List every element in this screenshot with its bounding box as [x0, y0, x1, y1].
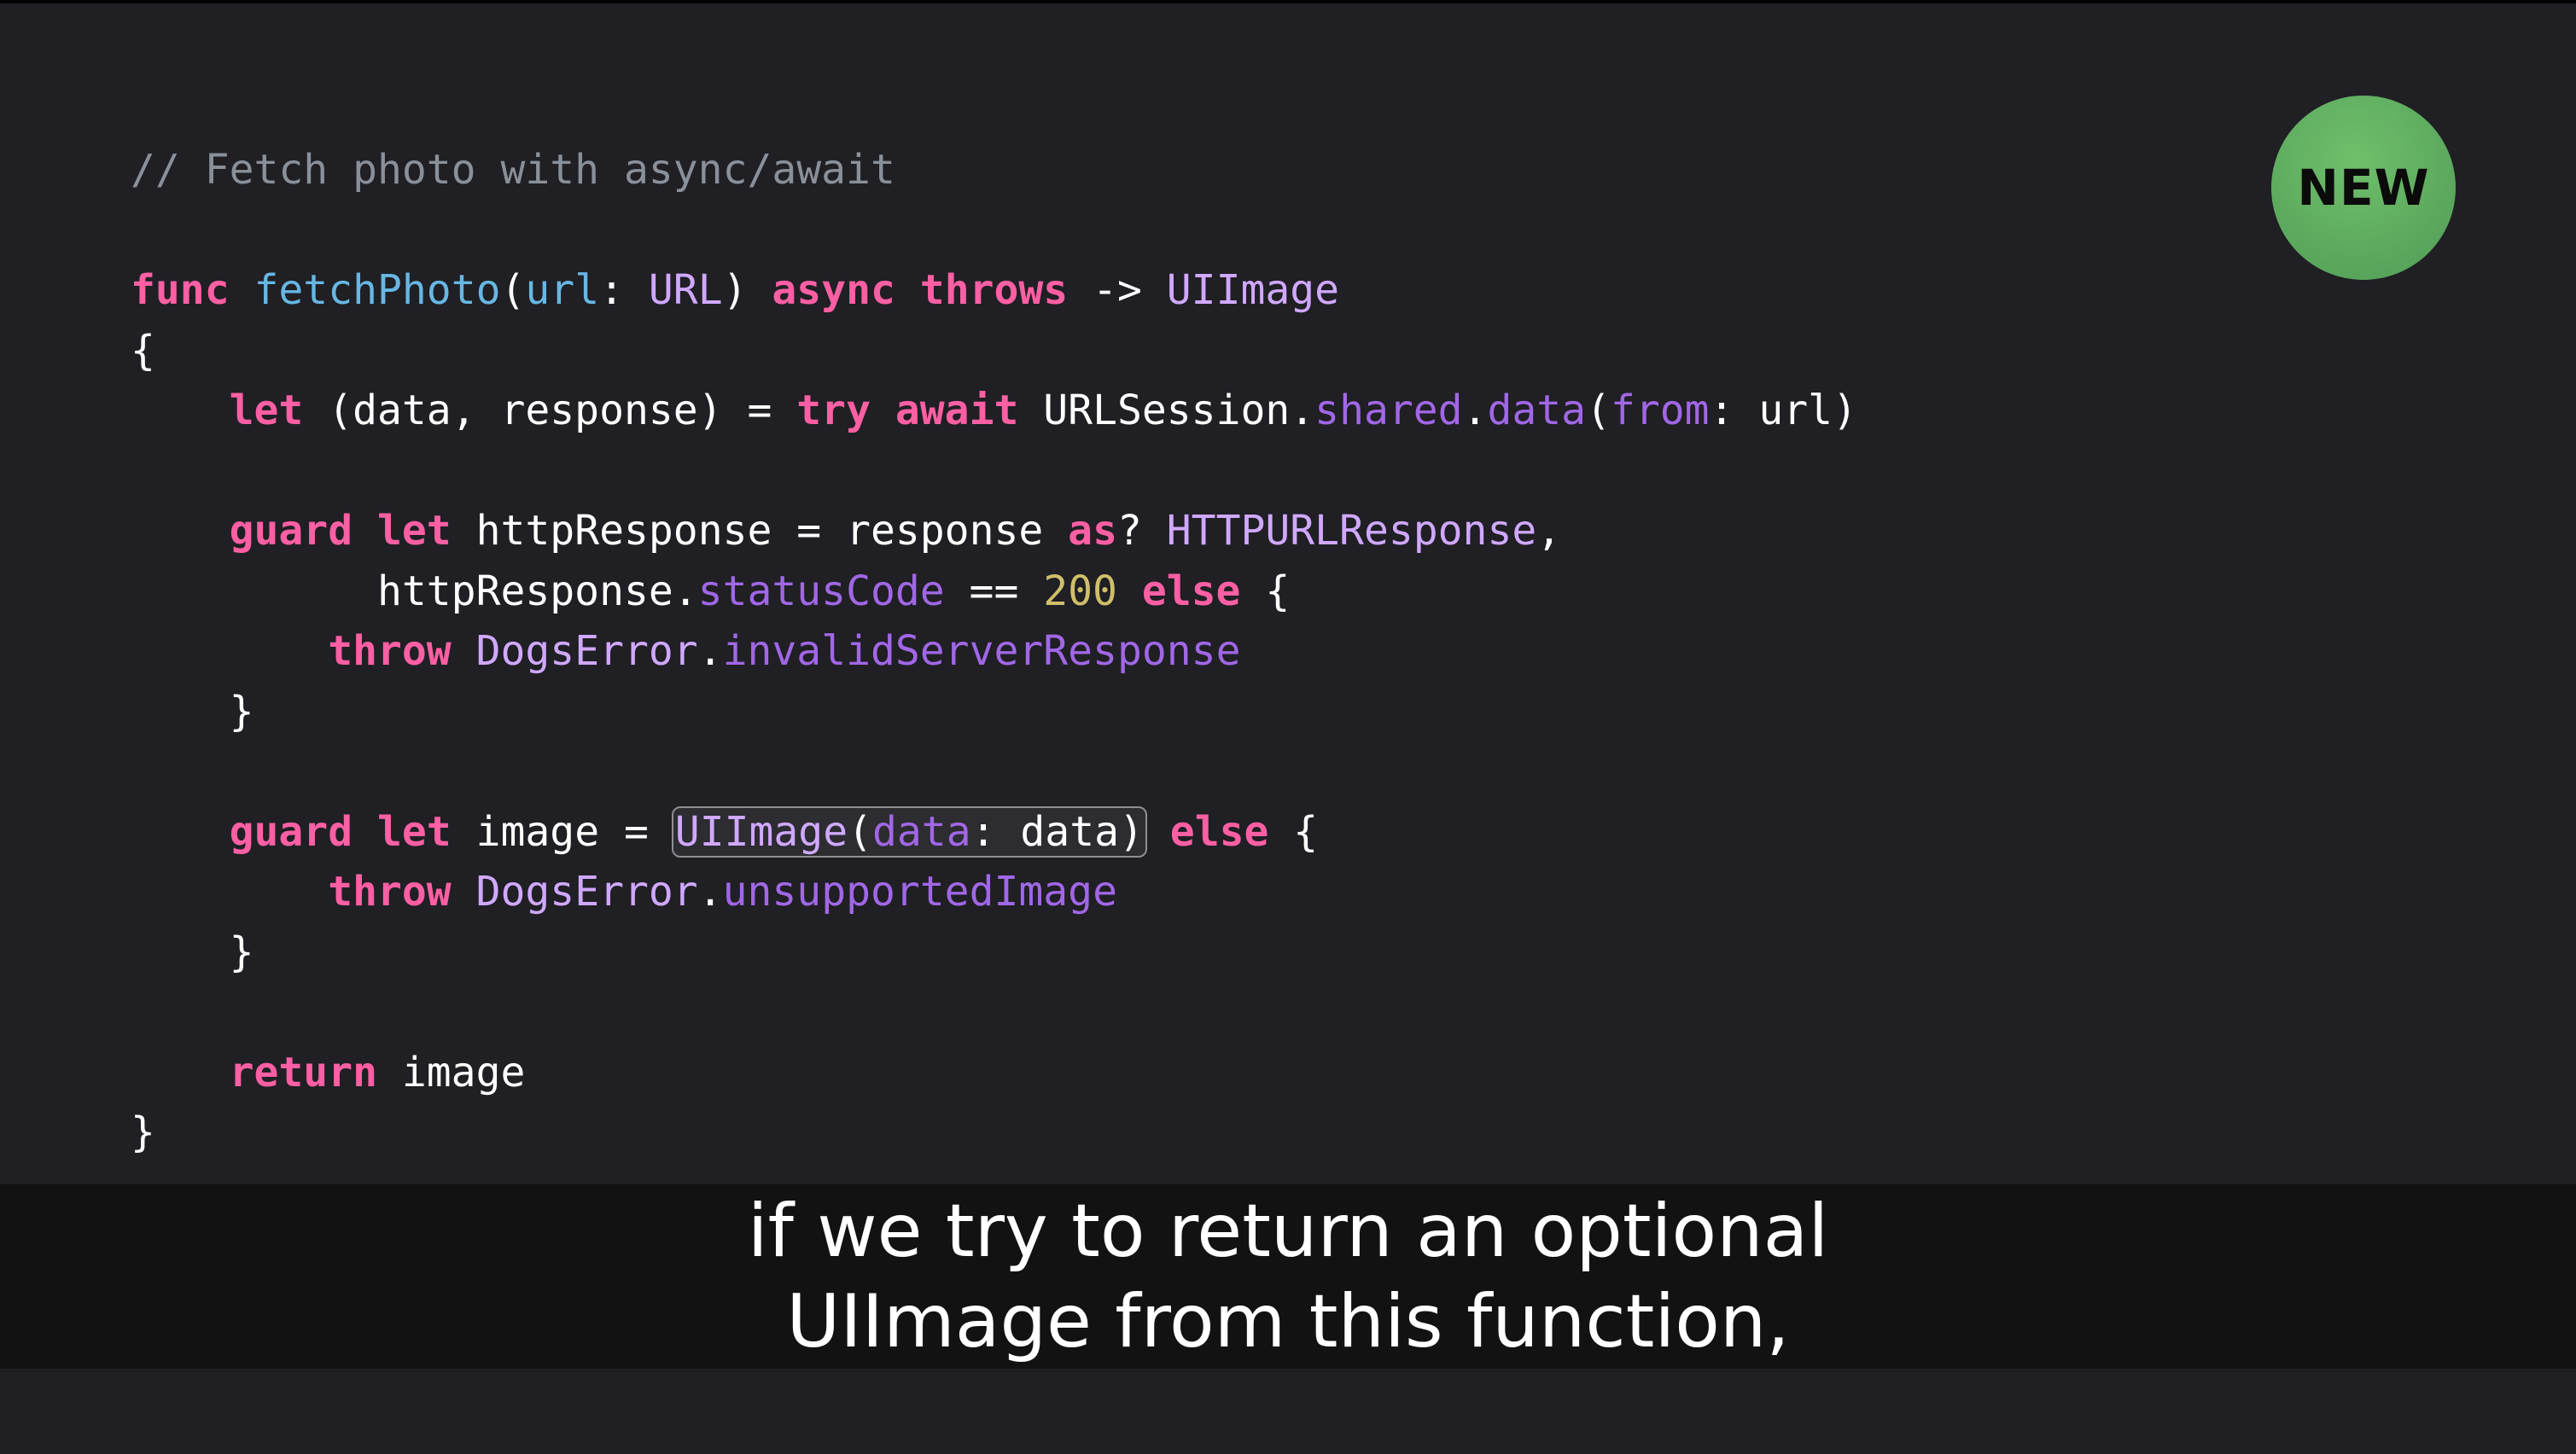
code-line-close-brace: }: [131, 682, 1857, 742]
arg-label-data: data: [872, 807, 971, 856]
keyword-await: await: [895, 387, 1019, 434]
param-url: url: [525, 266, 600, 314]
keyword-as: as: [1068, 507, 1117, 555]
type-dogserror: DogsError: [475, 627, 698, 675]
object-ref: httpResponse.: [376, 567, 698, 615]
code-line-status-check: httpResponse.statusCode == 200 else {: [131, 561, 1857, 622]
punct: ): [722, 266, 772, 314]
punct: ,: [1536, 507, 1562, 555]
arg-label-from: from: [1610, 387, 1710, 434]
code-line-close-brace: }: [131, 922, 1857, 983]
code-line-throw-unsupported: throw DogsError.unsupportedImage: [131, 862, 1857, 922]
punct: .: [697, 868, 723, 916]
brace: }: [229, 687, 254, 736]
brace: {: [1268, 807, 1319, 856]
keyword-throw: throw: [328, 627, 452, 675]
code-line-comment: // Fetch photo with async/await: [131, 140, 1857, 201]
punct: :: [599, 266, 649, 314]
punct: .: [697, 627, 723, 675]
keyword-guard: guard: [229, 507, 353, 555]
brace: }: [229, 928, 254, 976]
property-statuscode: statusCode: [697, 567, 945, 615]
code-line-guard-image: guard let image = UIImage(data: data) el…: [131, 802, 1857, 863]
return-value: image: [376, 1048, 526, 1096]
arrow: ->: [1068, 266, 1167, 314]
enum-case: invalidServerResponse: [722, 627, 1241, 675]
code-line-let-data: let (data, response) = try await URLSess…: [131, 381, 1857, 441]
keyword-guard: guard: [229, 807, 353, 856]
new-badge: NEW: [2271, 96, 2456, 280]
return-type: UIImage: [1166, 266, 1340, 314]
type-dogserror: DogsError: [475, 868, 698, 916]
method-data: data: [1487, 387, 1587, 434]
punct: .: [1462, 387, 1488, 434]
punct: (: [848, 807, 872, 856]
keyword-async: async: [772, 266, 895, 314]
number-literal: 200: [1043, 567, 1117, 615]
binding: image =: [451, 807, 673, 856]
binding: httpResponse = response: [451, 507, 1069, 555]
code-block: // Fetch photo with async/await func fet…: [131, 140, 1857, 1163]
arg-value: : data): [970, 807, 1144, 856]
punct: .: [1290, 387, 1315, 434]
type-urlsession: URLSession: [1043, 387, 1291, 434]
code-line-open-brace: {: [131, 321, 1857, 381]
keyword-let: let: [229, 387, 304, 434]
new-badge-label: NEW: [2297, 159, 2430, 217]
punct: (: [500, 266, 526, 314]
keyword-return: return: [229, 1048, 377, 1096]
keyword-throw: throw: [328, 868, 452, 916]
arg-value: : url): [1709, 387, 1857, 434]
code-line-guard-response: guard let httpResponse = response as? HT…: [131, 501, 1857, 561]
punct: ?: [1116, 507, 1167, 555]
code-line-throw-invalid: throw DogsError.invalidServerResponse: [131, 621, 1857, 682]
code-line-return: return image: [131, 1043, 1857, 1103]
keyword-throws: throws: [919, 266, 1069, 314]
keyword-func: func: [131, 266, 230, 314]
keyword-else: else: [1141, 567, 1241, 615]
highlighted-expression: UIImage(data: data): [671, 806, 1147, 858]
brace: {: [131, 326, 155, 375]
brace: {: [1240, 567, 1291, 615]
code-line-func-signature: func fetchPhoto(url: URL) async throws -…: [131, 260, 1857, 321]
keyword-else: else: [1169, 807, 1269, 856]
code-comment: // Fetch photo with async/await: [131, 146, 895, 194]
type-url: URL: [648, 266, 723, 314]
keyword-let: let: [377, 507, 452, 555]
caption-line-2: UIImage from this function,: [786, 1279, 1790, 1364]
caption-line-1: if we try to return an optional: [747, 1189, 1829, 1274]
code-line-close-brace: }: [131, 1102, 1857, 1163]
brace: }: [131, 1108, 155, 1156]
keyword-let: let: [377, 807, 452, 856]
enum-case: unsupportedImage: [722, 868, 1117, 916]
operator: ==: [944, 567, 1044, 615]
type-uiimage: UIImage: [674, 807, 848, 856]
type-httpurlresponse: HTTPURLResponse: [1166, 507, 1537, 555]
keyword-try: try: [796, 387, 871, 434]
punct: (: [1586, 387, 1611, 434]
caption-bar: if we try to return an optional UIImage …: [0, 1184, 2576, 1369]
property-shared: shared: [1314, 387, 1463, 434]
function-name: fetchPhoto: [254, 266, 501, 314]
tuple-binding: (data, response) =: [303, 387, 797, 434]
